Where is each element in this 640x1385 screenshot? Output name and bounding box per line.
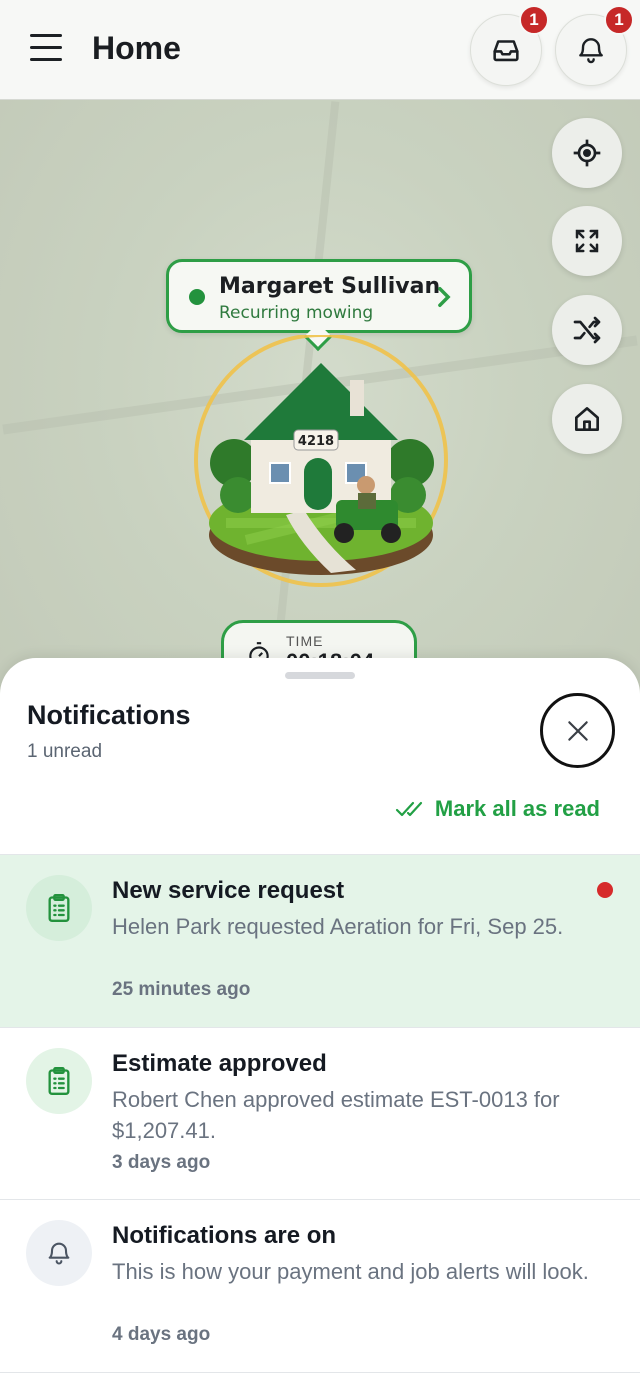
locate-icon [573, 139, 601, 167]
notification-time: 25 minutes ago [112, 979, 251, 1000]
house-number: 4218 [298, 434, 334, 449]
notification-item[interactable]: Estimate approved Robert Chen approved e… [0, 1027, 640, 1199]
unread-count: 1 unread [27, 741, 103, 762]
notification-list: New service request Helen Park requested… [0, 854, 640, 1373]
notification-time: 4 days ago [112, 1324, 211, 1345]
notification-title: New service request [112, 877, 345, 904]
inbox-button[interactable]: 1 [470, 5, 549, 86]
notification-icon [26, 875, 92, 941]
notification-item[interactable]: Notifications are on This is how your pa… [0, 1199, 640, 1373]
timer-label: TIME [286, 633, 324, 649]
menu-icon[interactable] [30, 34, 62, 64]
close-button[interactable] [540, 693, 615, 768]
notification-icon [26, 1048, 92, 1114]
page-title: Home [92, 30, 181, 66]
shuffle-icon [573, 316, 601, 344]
unread-indicator [597, 882, 613, 898]
status-dot [189, 289, 205, 305]
locate-button[interactable] [552, 118, 622, 188]
notifications-sheet: Notifications 1 unread Mark all as read … [0, 658, 640, 1385]
clipboard-icon [48, 894, 70, 923]
app-header: Home 1 1 [0, 0, 640, 100]
double-check-icon [395, 801, 422, 817]
sheet-grabber[interactable] [285, 672, 355, 679]
expand-icon [575, 229, 599, 253]
notification-icon [26, 1220, 92, 1286]
close-icon [567, 720, 588, 741]
bell-icon [579, 38, 603, 64]
service-type: Recurring mowing [219, 303, 374, 323]
house-illustration: 4218 [194, 333, 448, 587]
customer-name: Margaret Sullivan [219, 274, 441, 299]
notification-body: This is how your payment and job alerts … [112, 1259, 589, 1284]
mark-all-read-button[interactable]: Mark all as read [395, 796, 600, 822]
sheet-title: Notifications [27, 700, 191, 730]
expand-button[interactable] [552, 206, 622, 276]
notification-title: Notifications are on [112, 1222, 337, 1249]
notification-body: Robert Chen approved estimate EST-0013 f… [112, 1087, 560, 1143]
inbox-icon [493, 40, 519, 62]
notification-body: Helen Park requested Aeration for Fri, S… [112, 914, 564, 939]
shuffle-button[interactable] [552, 295, 622, 365]
customer-pin-card[interactable]: Margaret Sullivan Recurring mowing [166, 259, 472, 333]
clipboard-icon [48, 1067, 70, 1095]
chevron-right-icon [438, 287, 451, 307]
mark-all-read-label: Mark all as read [434, 796, 600, 821]
notifications-button[interactable]: 1 [555, 5, 634, 86]
notification-item[interactable]: New service request Helen Park requested… [0, 854, 640, 1027]
bell-icon [48, 1242, 70, 1265]
home-icon [575, 407, 599, 431]
notification-title: Estimate approved [112, 1050, 327, 1077]
notification-time: 3 days ago [112, 1152, 211, 1173]
home-button[interactable] [552, 384, 622, 454]
inbox-badge: 1 [519, 5, 549, 35]
notifications-badge: 1 [604, 5, 634, 35]
house-marker[interactable]: 4218 [186, 333, 456, 605]
